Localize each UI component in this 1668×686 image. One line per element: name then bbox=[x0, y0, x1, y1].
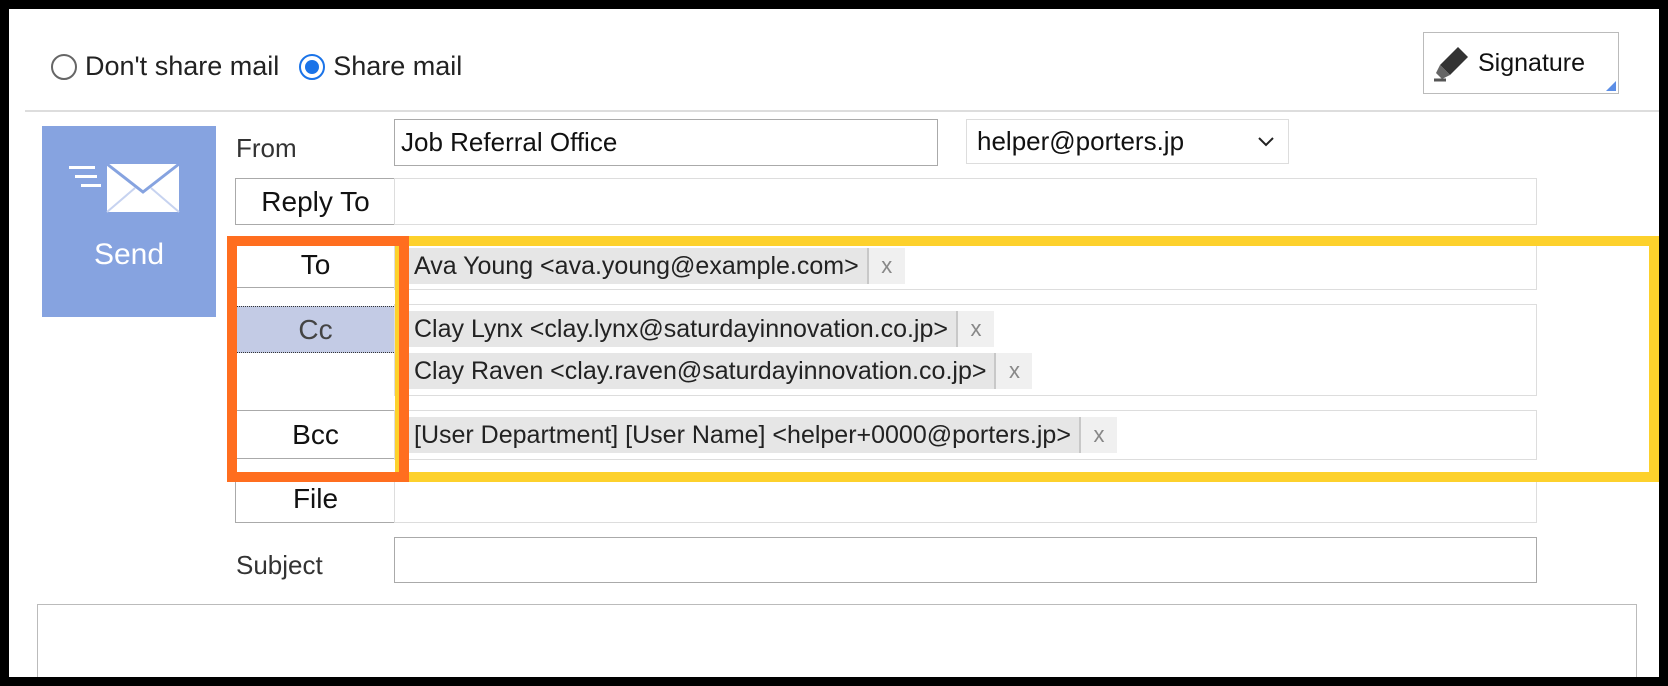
from-name-input[interactable]: Job Referral Office bbox=[394, 119, 938, 166]
dont-share-mail-label: Don't share mail bbox=[85, 51, 280, 81]
file-field[interactable] bbox=[394, 474, 1537, 523]
chevron-down-icon bbox=[1258, 137, 1274, 147]
remove-recipient-icon[interactable]: x bbox=[868, 248, 905, 284]
reply-to-button[interactable]: Reply To bbox=[235, 178, 396, 225]
cc-button[interactable]: Cc bbox=[235, 306, 396, 353]
recipient-text: [User Department] [User Name] <helper+00… bbox=[406, 417, 1081, 453]
bcc-button[interactable]: Bcc bbox=[235, 410, 396, 459]
share-mail-options: Don't share mail Share mail bbox=[51, 51, 482, 82]
send-label: Send bbox=[93, 238, 165, 271]
recipient-chip: Clay Lynx <clay.lynx@saturdayinnovation.… bbox=[406, 311, 994, 347]
compose-window: Don't share mail Share mail Signature Se… bbox=[9, 9, 1659, 677]
subject-input[interactable] bbox=[394, 537, 1537, 583]
share-mail-option[interactable]: Share mail bbox=[299, 51, 462, 82]
corner-resize-icon bbox=[1606, 81, 1616, 91]
share-mail-label: Share mail bbox=[333, 51, 463, 81]
recipient-text: Clay Raven <clay.raven@saturdayinnovatio… bbox=[406, 353, 997, 389]
cc-field[interactable]: Clay Lynx <clay.lynx@saturdayinnovation.… bbox=[394, 304, 1537, 396]
share-mail-radio[interactable] bbox=[299, 53, 326, 80]
recipient-text: Clay Lynx <clay.lynx@saturdayinnovation.… bbox=[406, 311, 958, 347]
from-address-value: helper@porters.jp bbox=[977, 126, 1185, 156]
reply-to-field[interactable] bbox=[394, 178, 1537, 225]
envelope-icon bbox=[69, 162, 180, 213]
to-field[interactable]: Ava Young <ava.young@example.com> x bbox=[394, 241, 1537, 290]
send-button[interactable]: Send bbox=[42, 126, 216, 317]
remove-recipient-icon[interactable]: x bbox=[1080, 417, 1117, 453]
remove-recipient-icon[interactable]: x bbox=[996, 353, 1033, 389]
recipient-text: Ava Young <ava.young@example.com> bbox=[406, 248, 869, 284]
signature-button[interactable]: Signature bbox=[1423, 32, 1619, 94]
dont-share-mail-option[interactable]: Don't share mail bbox=[51, 51, 279, 82]
top-bar: Don't share mail Share mail Signature bbox=[9, 9, 1659, 112]
remove-recipient-icon[interactable]: x bbox=[957, 311, 994, 347]
bcc-field[interactable]: [User Department] [User Name] <helper+00… bbox=[394, 410, 1537, 460]
from-label: From bbox=[236, 133, 297, 163]
file-button[interactable]: File bbox=[235, 474, 396, 523]
recipient-chip: Clay Raven <clay.raven@saturdayinnovatio… bbox=[406, 353, 1033, 389]
signature-label: Signature bbox=[1478, 48, 1586, 77]
message-body[interactable] bbox=[37, 604, 1637, 677]
subject-label: Subject bbox=[236, 550, 323, 580]
from-address-select[interactable]: helper@porters.jp bbox=[966, 119, 1289, 164]
recipient-chip: Ava Young <ava.young@example.com> x bbox=[406, 248, 905, 284]
recipient-chip: [User Department] [User Name] <helper+00… bbox=[406, 417, 1117, 453]
dont-share-mail-radio[interactable] bbox=[51, 53, 77, 80]
to-button[interactable]: To bbox=[235, 241, 396, 288]
pen-icon bbox=[1434, 47, 1468, 82]
divider bbox=[25, 110, 1659, 112]
